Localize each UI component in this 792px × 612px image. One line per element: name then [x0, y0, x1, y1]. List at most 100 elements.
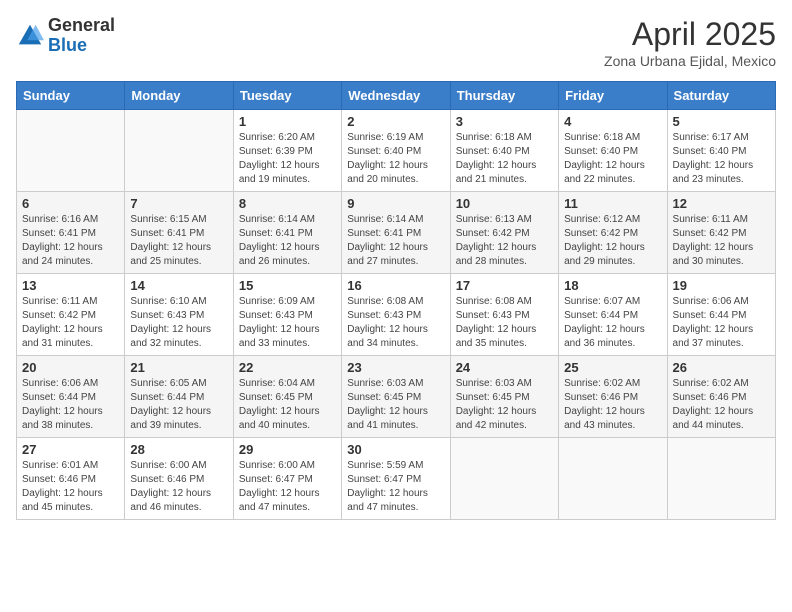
calendar-cell: 21Sunrise: 6:05 AMSunset: 6:44 PMDayligh… — [125, 356, 233, 438]
header-friday: Friday — [559, 82, 667, 110]
page-header: General Blue April 2025 Zona Urbana Ejid… — [16, 16, 776, 69]
day-info: Sunrise: 6:18 AMSunset: 6:40 PMDaylight:… — [564, 131, 661, 187]
calendar-cell — [125, 110, 233, 192]
header-saturday: Saturday — [667, 82, 775, 110]
calendar-row: 6 Sunrise: 6:16 AMSunset: 6:41 PMDaylight… — [17, 192, 776, 274]
day-info: Sunrise: 6:10 AMSunset: 6:43 PMDaylight:… — [130, 295, 227, 351]
day-number: 16 — [347, 278, 444, 293]
day-info: Sunrise: 6:06 AMSunset: 6:44 PMDaylight:… — [22, 377, 119, 433]
month-title: April 2025 — [604, 16, 776, 53]
calendar-cell: 2 Sunrise: 6:19 AMSunset: 6:40 PMDaylight… — [342, 110, 450, 192]
header-monday: Monday — [125, 82, 233, 110]
calendar-cell: 30Sunrise: 5:59 AMSunset: 6:47 PMDayligh… — [342, 438, 450, 520]
calendar-cell: 13 Sunrise: 6:11 AMSunset: 6:42 PMDayligh… — [17, 274, 125, 356]
header-sunday: Sunday — [17, 82, 125, 110]
calendar-cell — [17, 110, 125, 192]
day-info: Sunrise: 6:15 AMSunset: 6:41 PMDaylight:… — [130, 213, 227, 269]
calendar-cell: 10 Sunrise: 6:13 AMSunset: 6:42 PMDayligh… — [450, 192, 558, 274]
day-number: 19 — [673, 278, 770, 293]
day-number: 6 — [22, 196, 119, 211]
calendar-cell: 20 Sunrise: 6:06 AMSunset: 6:44 PMDayligh… — [17, 356, 125, 438]
header-tuesday: Tuesday — [233, 82, 341, 110]
calendar-cell: 14 Sunrise: 6:10 AMSunset: 6:43 PMDayligh… — [125, 274, 233, 356]
header-wednesday: Wednesday — [342, 82, 450, 110]
calendar-row: 13 Sunrise: 6:11 AMSunset: 6:42 PMDayligh… — [17, 274, 776, 356]
day-info: Sunrise: 6:12 AMSunset: 6:42 PMDaylight:… — [564, 213, 661, 269]
calendar-cell: 26Sunrise: 6:02 AMSunset: 6:46 PMDayligh… — [667, 356, 775, 438]
calendar-cell: 6 Sunrise: 6:16 AMSunset: 6:41 PMDaylight… — [17, 192, 125, 274]
day-info: Sunrise: 6:02 AMSunset: 6:46 PMDaylight:… — [564, 377, 661, 433]
day-number: 27 — [22, 442, 119, 457]
calendar-cell: 9 Sunrise: 6:14 AMSunset: 6:41 PMDaylight… — [342, 192, 450, 274]
logo: General Blue — [16, 16, 115, 56]
title-section: April 2025 Zona Urbana Ejidal, Mexico — [604, 16, 776, 69]
calendar-cell: 29 Sunrise: 6:00 AMSunset: 6:47 PMDayligh… — [233, 438, 341, 520]
day-number: 13 — [22, 278, 119, 293]
day-number: 4 — [564, 114, 661, 129]
day-number: 12 — [673, 196, 770, 211]
calendar-row: 27 Sunrise: 6:01 AMSunset: 6:46 PMDayligh… — [17, 438, 776, 520]
day-number: 5 — [673, 114, 770, 129]
day-number: 9 — [347, 196, 444, 211]
calendar-cell: 7 Sunrise: 6:15 AMSunset: 6:41 PMDaylight… — [125, 192, 233, 274]
day-info: Sunrise: 6:18 AMSunset: 6:40 PMDaylight:… — [456, 131, 553, 187]
calendar-cell — [667, 438, 775, 520]
day-info: Sunrise: 6:14 AMSunset: 6:41 PMDaylight:… — [239, 213, 336, 269]
day-number: 20 — [22, 360, 119, 375]
calendar-table: SundayMondayTuesdayWednesdayThursdayFrid… — [16, 81, 776, 520]
header-row: SundayMondayTuesdayWednesdayThursdayFrid… — [17, 82, 776, 110]
calendar-cell: 11Sunrise: 6:12 AMSunset: 6:42 PMDayligh… — [559, 192, 667, 274]
day-number: 25 — [564, 360, 661, 375]
calendar-row: 1 Sunrise: 6:20 AMSunset: 6:39 PMDaylight… — [17, 110, 776, 192]
day-info: Sunrise: 6:19 AMSunset: 6:40 PMDaylight:… — [347, 131, 444, 187]
calendar-cell: 3 Sunrise: 6:18 AMSunset: 6:40 PMDaylight… — [450, 110, 558, 192]
day-number: 14 — [130, 278, 227, 293]
day-number: 24 — [456, 360, 553, 375]
calendar-cell: 12 Sunrise: 6:11 AMSunset: 6:42 PMDayligh… — [667, 192, 775, 274]
day-info: Sunrise: 6:13 AMSunset: 6:42 PMDaylight:… — [456, 213, 553, 269]
calendar-cell — [450, 438, 558, 520]
calendar-row: 20 Sunrise: 6:06 AMSunset: 6:44 PMDayligh… — [17, 356, 776, 438]
calendar-cell: 1 Sunrise: 6:20 AMSunset: 6:39 PMDaylight… — [233, 110, 341, 192]
day-info: Sunrise: 6:20 AMSunset: 6:39 PMDaylight:… — [239, 131, 336, 187]
day-number: 3 — [456, 114, 553, 129]
day-number: 22 — [239, 360, 336, 375]
day-number: 29 — [239, 442, 336, 457]
day-number: 1 — [239, 114, 336, 129]
day-info: Sunrise: 6:02 AMSunset: 6:46 PMDaylight:… — [673, 377, 770, 433]
day-info: Sunrise: 6:00 AMSunset: 6:47 PMDaylight:… — [239, 459, 336, 515]
day-number: 21 — [130, 360, 227, 375]
day-info: Sunrise: 6:11 AMSunset: 6:42 PMDaylight:… — [673, 213, 770, 269]
logo-general: General Blue — [48, 16, 115, 56]
day-info: Sunrise: 6:03 AMSunset: 6:45 PMDaylight:… — [347, 377, 444, 433]
day-info: Sunrise: 6:14 AMSunset: 6:41 PMDaylight:… — [347, 213, 444, 269]
day-info: Sunrise: 6:06 AMSunset: 6:44 PMDaylight:… — [673, 295, 770, 351]
day-info: Sunrise: 6:07 AMSunset: 6:44 PMDaylight:… — [564, 295, 661, 351]
day-number: 7 — [130, 196, 227, 211]
day-info: Sunrise: 6:17 AMSunset: 6:40 PMDaylight:… — [673, 131, 770, 187]
calendar-cell: 28 Sunrise: 6:00 AMSunset: 6:46 PMDayligh… — [125, 438, 233, 520]
day-info: Sunrise: 6:03 AMSunset: 6:45 PMDaylight:… — [456, 377, 553, 433]
calendar-cell: 17Sunrise: 6:08 AMSunset: 6:43 PMDayligh… — [450, 274, 558, 356]
calendar-cell: 19 Sunrise: 6:06 AMSunset: 6:44 PMDayligh… — [667, 274, 775, 356]
day-number: 23 — [347, 360, 444, 375]
day-info: Sunrise: 6:01 AMSunset: 6:46 PMDaylight:… — [22, 459, 119, 515]
header-thursday: Thursday — [450, 82, 558, 110]
calendar-cell: 25 Sunrise: 6:02 AMSunset: 6:46 PMDayligh… — [559, 356, 667, 438]
day-info: Sunrise: 6:11 AMSunset: 6:42 PMDaylight:… — [22, 295, 119, 351]
logo-icon — [16, 22, 44, 50]
calendar-cell: 22 Sunrise: 6:04 AMSunset: 6:45 PMDayligh… — [233, 356, 341, 438]
day-info: Sunrise: 6:16 AMSunset: 6:41 PMDaylight:… — [22, 213, 119, 269]
location-subtitle: Zona Urbana Ejidal, Mexico — [604, 53, 776, 69]
calendar-cell: 4 Sunrise: 6:18 AMSunset: 6:40 PMDaylight… — [559, 110, 667, 192]
calendar-cell: 16Sunrise: 6:08 AMSunset: 6:43 PMDayligh… — [342, 274, 450, 356]
day-number: 2 — [347, 114, 444, 129]
day-number: 28 — [130, 442, 227, 457]
day-info: Sunrise: 6:00 AMSunset: 6:46 PMDaylight:… — [130, 459, 227, 515]
day-info: Sunrise: 5:59 AMSunset: 6:47 PMDaylight:… — [347, 459, 444, 515]
day-info: Sunrise: 6:04 AMSunset: 6:45 PMDaylight:… — [239, 377, 336, 433]
calendar-cell: 15Sunrise: 6:09 AMSunset: 6:43 PMDayligh… — [233, 274, 341, 356]
calendar-cell — [559, 438, 667, 520]
day-number: 10 — [456, 196, 553, 211]
calendar-cell: 27 Sunrise: 6:01 AMSunset: 6:46 PMDayligh… — [17, 438, 125, 520]
